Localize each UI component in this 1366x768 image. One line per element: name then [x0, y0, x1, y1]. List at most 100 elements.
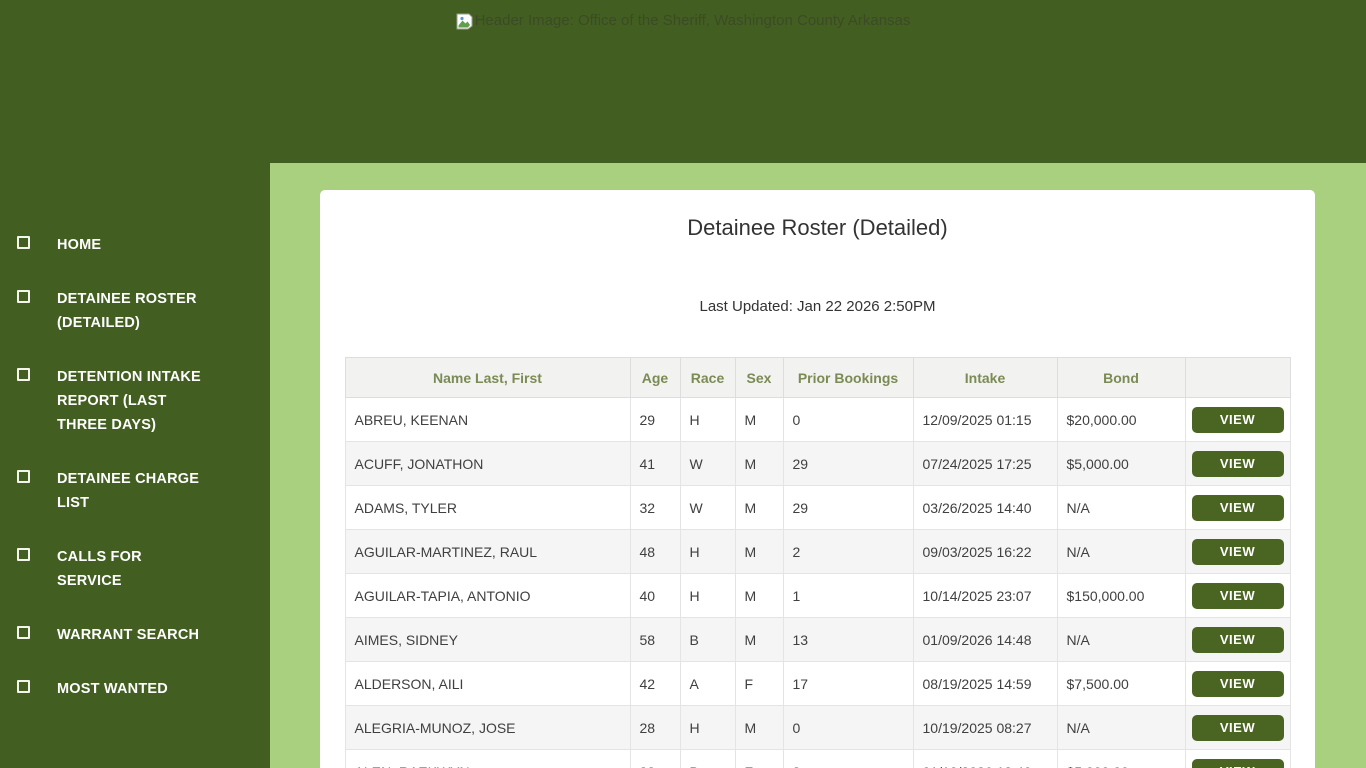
square-bullet-icon	[17, 236, 30, 249]
prior-bookings-cell: 2	[782, 749, 914, 768]
square-bullet-icon	[17, 626, 30, 639]
table-row: AIMES, SIDNEY 58 B M 13 01/09/2026 14:48…	[344, 617, 1291, 662]
header-band: Header Image: Office of the Sheriff, Was…	[0, 0, 1366, 163]
main-area: Detainee Roster (Detailed) Last Updated:…	[270, 163, 1366, 768]
intake-cell: 01/10/2026 13:40	[912, 749, 1058, 768]
view-button[interactable]: VIEW	[1191, 758, 1284, 768]
sidebar-item[interactable]: HOME	[17, 233, 270, 257]
sidebar-item-label: DETENTION INTAKE REPORT (LAST THREE DAYS…	[57, 369, 201, 433]
view-button[interactable]: VIEW	[1191, 582, 1284, 609]
sidebar: HOME DETAINEE ROSTER (DETAILED) DETENTIO…	[0, 163, 270, 768]
sidebar-item[interactable]: DETAINEE CHARGE LIST	[17, 467, 270, 515]
age-cell: 48	[629, 529, 681, 574]
table-row: ALEGRIA-MUNOZ, JOSE 28 H M 0 10/19/2025 …	[344, 705, 1291, 750]
bond-cell: $20,000.00	[1056, 397, 1186, 442]
view-button[interactable]: VIEW	[1191, 626, 1284, 653]
intake-cell: 10/14/2025 23:07	[912, 573, 1058, 618]
bond-cell: $5,000.00	[1056, 749, 1186, 768]
view-cell: VIEW	[1184, 441, 1291, 486]
sex-cell: M	[734, 573, 784, 618]
view-button[interactable]: VIEW	[1191, 714, 1284, 741]
sex-cell: M	[734, 441, 784, 486]
name-cell: ABREU, KEENAN	[344, 397, 631, 442]
square-bullet-icon	[17, 290, 30, 303]
sex-cell: M	[734, 485, 784, 530]
square-bullet-icon	[17, 368, 30, 381]
sidebar-item-label: WARRANT SEARCH	[57, 627, 200, 643]
race-cell: B	[679, 749, 736, 768]
bond-cell: $5,000.00	[1056, 441, 1186, 486]
prior-bookings-cell: 29	[782, 441, 914, 486]
view-cell: VIEW	[1184, 661, 1291, 706]
sidebar-item[interactable]: DETAINEE ROSTER (DETAILED)	[17, 287, 270, 335]
view-button[interactable]: VIEW	[1191, 406, 1284, 433]
view-cell: VIEW	[1184, 485, 1291, 530]
sex-cell: M	[734, 705, 784, 750]
sex-cell: F	[734, 749, 784, 768]
race-cell: H	[679, 705, 736, 750]
sidebar-item[interactable]: WARRANT SEARCH	[17, 623, 270, 647]
table-row: ACUFF, JONATHON 41 W M 29 07/24/2025 17:…	[344, 441, 1291, 486]
sidebar-item[interactable]: CALLS FOR SERVICE	[17, 545, 270, 593]
age-cell: 29	[629, 397, 681, 442]
header-image-alt: Header Image: Office of the Sheriff, Was…	[0, 12, 1366, 34]
age-cell: 41	[629, 441, 681, 486]
sex-cell: F	[734, 661, 784, 706]
view-button[interactable]: VIEW	[1191, 538, 1284, 565]
prior-bookings-cell: 2	[782, 529, 914, 574]
table-row: AGUILAR-MARTINEZ, RAUL 48 H M 2 09/03/20…	[344, 529, 1291, 574]
square-bullet-icon	[17, 470, 30, 483]
sidebar-nav: HOME DETAINEE ROSTER (DETAILED) DETENTIO…	[0, 163, 270, 715]
age-cell: 28	[629, 705, 681, 750]
intake-cell: 08/19/2025 14:59	[912, 661, 1058, 706]
table-row: ALEN, RAEKWYN 32 B F 2 01/10/2026 13:40 …	[344, 749, 1291, 768]
intake-cell: 01/09/2026 14:48	[912, 617, 1058, 662]
view-button[interactable]: VIEW	[1191, 494, 1284, 521]
intake-cell: 07/24/2025 17:25	[912, 441, 1058, 486]
sidebar-item-label: CALLS FOR SERVICE	[57, 549, 142, 589]
name-cell: ADAMS, TYLER	[344, 485, 631, 530]
sidebar-item[interactable]: DETENTION INTAKE REPORT (LAST THREE DAYS…	[17, 365, 270, 437]
name-cell: ALEGRIA-MUNOZ, JOSE	[344, 705, 631, 750]
age-cell: 58	[629, 617, 681, 662]
view-button[interactable]: VIEW	[1191, 450, 1284, 477]
name-cell: AGUILAR-MARTINEZ, RAUL	[344, 529, 631, 574]
view-cell: VIEW	[1184, 573, 1291, 618]
race-cell: H	[679, 397, 736, 442]
intake-cell: 09/03/2025 16:22	[912, 529, 1058, 574]
page-title: Detainee Roster (Detailed)	[687, 215, 948, 240]
view-cell: VIEW	[1184, 749, 1291, 768]
intake-cell: 12/09/2025 01:15	[912, 397, 1058, 442]
square-bullet-icon	[17, 680, 30, 693]
view-cell: VIEW	[1184, 529, 1291, 574]
content-card: Detainee Roster (Detailed) Last Updated:…	[320, 190, 1315, 768]
view-cell: VIEW	[1184, 397, 1291, 442]
prior-bookings-cell: 1	[782, 573, 914, 618]
view-button[interactable]: VIEW	[1191, 670, 1284, 697]
bond-cell: N/A	[1056, 617, 1186, 662]
detainee-roster-table: Name Last, First Age Race Sex Prior Book…	[344, 357, 1291, 768]
age-cell: 32	[629, 485, 681, 530]
column-header-age: Age	[629, 357, 681, 398]
sidebar-item-label: DETAINEE CHARGE LIST	[57, 471, 200, 511]
prior-bookings-cell: 17	[782, 661, 914, 706]
sidebar-item[interactable]: MOST WANTED	[17, 677, 270, 701]
intake-cell: 10/19/2025 08:27	[912, 705, 1058, 750]
sidebar-item-label: HOME	[57, 237, 102, 253]
name-cell: AGUILAR-TAPIA, ANTONIO	[344, 573, 631, 618]
table-row: ABREU, KEENAN 29 H M 0 12/09/2025 01:15 …	[344, 397, 1291, 442]
age-cell: 32	[629, 749, 681, 768]
prior-bookings-cell: 29	[782, 485, 914, 530]
sidebar-item-label: DETAINEE ROSTER (DETAILED)	[57, 291, 197, 331]
race-cell: A	[679, 661, 736, 706]
column-header-name: Name Last, First	[344, 357, 631, 398]
intake-cell: 03/26/2025 14:40	[912, 485, 1058, 530]
table-row: AGUILAR-TAPIA, ANTONIO 40 H M 1 10/14/20…	[344, 573, 1291, 618]
sidebar-item-label: MOST WANTED	[57, 681, 168, 697]
prior-bookings-cell: 0	[782, 397, 914, 442]
age-cell: 42	[629, 661, 681, 706]
race-cell: W	[679, 441, 736, 486]
race-cell: H	[679, 573, 736, 618]
last-updated: Last Updated: Jan 22 2026 2:50PM	[699, 298, 936, 315]
prior-bookings-cell: 13	[782, 617, 914, 662]
